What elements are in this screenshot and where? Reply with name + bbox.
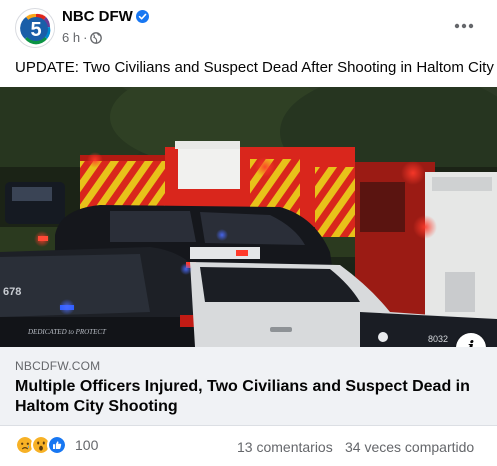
post-message: UPDATE: Two Civilians and Suspect Dead A… (15, 59, 494, 76)
post-photo[interactable]: 678 DEDICATED to PROTECT 8032 i (0, 87, 497, 347)
door-decal-text: DEDICATED to PROTECT (27, 328, 107, 336)
page-avatar[interactable]: 5 (15, 8, 55, 48)
meta-separator: · (83, 30, 88, 45)
more-options-button[interactable] (448, 10, 480, 42)
nbc5-logo-icon: 5 (17, 10, 54, 47)
post-time[interactable]: 6 h (62, 30, 80, 45)
shares-count-link[interactable]: 34 veces compartido (345, 439, 474, 455)
post-header: 5 NBC DFW 6 h · (0, 0, 497, 52)
comments-count-link[interactable]: 13 comentarios (237, 439, 333, 455)
more-options-icon (454, 23, 474, 29)
post-footer: 100 13 comentarios 34 veces compartido (0, 427, 497, 466)
link-preview-card[interactable]: NBCDFW.COM Multiple Officers Injured, Tw… (0, 347, 497, 426)
reactions-summary[interactable]: 100 (15, 435, 98, 455)
link-domain: NBCDFW.COM (15, 359, 101, 373)
unit-number-text: 678 (3, 286, 21, 298)
reaction-count: 100 (75, 437, 99, 453)
vehicle-plate-text: 8032 (428, 334, 448, 344)
globe-icon (90, 31, 103, 44)
svg-text:5: 5 (30, 19, 41, 41)
link-title[interactable]: Multiple Officers Injured, Two Civilians… (15, 377, 485, 417)
emergency-scene-image: 678 DEDICATED to PROTECT 8032 (0, 87, 497, 347)
verified-badge-icon (136, 10, 149, 23)
like-reaction-icon (47, 435, 67, 455)
post-meta: 6 h · (62, 30, 103, 45)
page-name-link[interactable]: NBC DFW (62, 8, 133, 25)
